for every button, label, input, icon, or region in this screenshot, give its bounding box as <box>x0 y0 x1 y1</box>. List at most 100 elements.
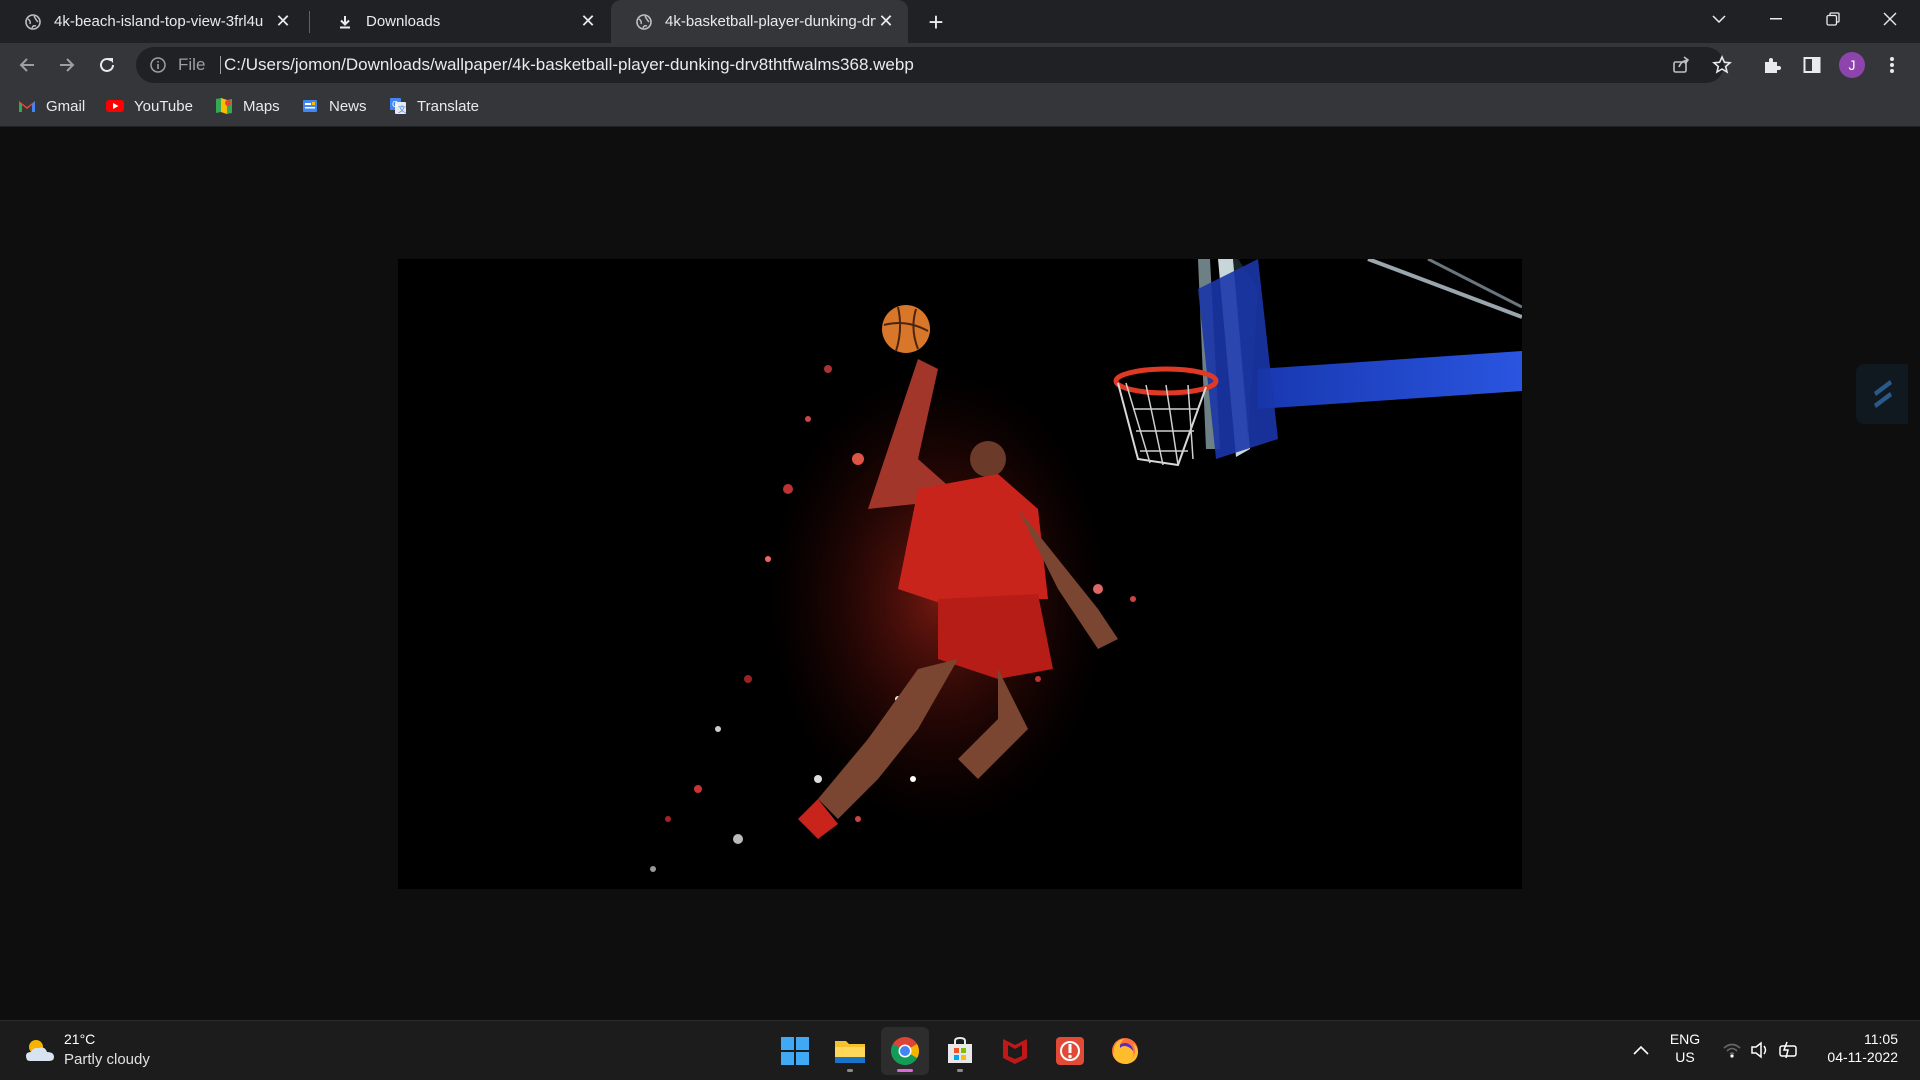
chevron-down-icon <box>1712 15 1726 23</box>
app-icon <box>1056 1037 1084 1065</box>
avatar: J <box>1839 52 1865 78</box>
microsoft-store-button[interactable] <box>936 1027 984 1075</box>
profile-button[interactable]: J <box>1836 49 1868 81</box>
arrow-left-icon <box>19 58 34 72</box>
extensions-button[interactable] <box>1756 49 1788 81</box>
globe-icon <box>24 13 42 31</box>
bookmarks-bar: Gmail YouTube Maps News G文 Translate <box>0 87 1920 127</box>
start-button[interactable] <box>771 1027 819 1075</box>
share-icon[interactable] <box>1672 56 1690 74</box>
close-window-button[interactable] <box>1862 0 1918 38</box>
volume-icon <box>1751 1041 1767 1059</box>
kebab-menu-icon <box>1890 57 1894 73</box>
address-bar[interactable]: File C:/Users/jomon/Downloads/wallpaper/… <box>136 47 1732 83</box>
basketball-hoop <box>1113 259 1522 467</box>
url-divider <box>220 56 221 74</box>
chrome-button[interactable] <box>881 1027 929 1075</box>
mcafee-button[interactable] <box>991 1027 1039 1075</box>
wifi-icon <box>1723 1043 1741 1058</box>
info-icon[interactable] <box>150 57 166 73</box>
news-icon <box>303 100 317 112</box>
tab-separator <box>309 11 310 33</box>
new-tab-button[interactable]: + <box>920 6 952 38</box>
weather-temp: 21°C <box>64 1031 96 1047</box>
clock[interactable]: 11:05 04-11-2022 <box>1818 1031 1898 1065</box>
weather-widget[interactable]: 21°C Partly cloudy <box>20 1029 180 1073</box>
wallpaper-image[interactable] <box>398 259 1522 889</box>
tab-title: Downloads <box>366 13 441 30</box>
bookmark-label: Gmail <box>46 97 86 115</box>
clock-date: 04-11-2022 <box>1827 1049 1898 1065</box>
minimize-icon <box>1770 18 1782 20</box>
active-indicator <box>897 1069 913 1072</box>
restore-button[interactable] <box>1805 0 1861 38</box>
translate-icon: G文 <box>390 98 406 114</box>
chevron-up-icon <box>1633 1045 1649 1055</box>
arrow-right-icon <box>60 58 75 72</box>
gmail-icon <box>19 101 35 112</box>
file-explorer-icon <box>835 1041 865 1063</box>
close-tab-icon[interactable]: ✕ <box>578 11 598 32</box>
star-icon[interactable] <box>1712 55 1732 75</box>
tab-title: 4k-beach-island-top-view-3frl4u <box>54 13 264 30</box>
forward-button[interactable] <box>51 49 83 81</box>
browser-toolbar: File C:/Users/jomon/Downloads/wallpaper/… <box>0 43 1920 87</box>
firefox-icon <box>1112 1038 1138 1064</box>
extension-logo-icon <box>1874 380 1892 408</box>
close-tab-icon[interactable]: ✕ <box>876 11 896 32</box>
running-indicator <box>847 1069 853 1072</box>
bookmark-label: News <box>329 97 367 115</box>
tab-beach-island[interactable]: 4k-beach-island-top-view-3frl4u ✕ <box>0 0 305 43</box>
bookmark-translate[interactable]: G文 Translate <box>389 87 479 125</box>
microsoft-store-icon <box>948 1036 972 1063</box>
language-indicator[interactable]: ENG US <box>1660 1031 1710 1065</box>
tab-strip: 4k-beach-island-top-view-3frl4u ✕ Downlo… <box>0 0 1920 43</box>
clock-time: 11:05 <box>1864 1031 1898 1047</box>
bookmark-news[interactable]: News <box>301 87 367 125</box>
region-code: US <box>1675 1049 1695 1065</box>
download-icon <box>336 13 354 31</box>
svg-text:文: 文 <box>398 104 406 114</box>
windows-start-icon <box>781 1037 809 1065</box>
app-button[interactable] <box>1046 1027 1094 1075</box>
bookmark-label: YouTube <box>134 97 193 115</box>
chrome-icon <box>891 1037 919 1065</box>
bookmark-label: Maps <box>243 97 280 115</box>
windows-taskbar: 21°C Partly cloudy ENG US 11:05 04-11-20… <box>0 1020 1920 1080</box>
running-indicator <box>957 1069 963 1072</box>
tab-downloads[interactable]: Downloads ✕ <box>312 0 610 43</box>
reload-icon <box>100 57 114 72</box>
battery-charging-icon <box>1779 1041 1797 1059</box>
bookmark-youtube[interactable]: YouTube <box>106 87 193 125</box>
tab-search-button[interactable] <box>1691 0 1747 38</box>
tab-basketball-active[interactable]: 4k-basketball-player-dunking-drv ✕ <box>611 0 908 43</box>
back-button[interactable] <box>11 49 43 81</box>
globe-icon <box>635 13 653 31</box>
menu-button[interactable] <box>1876 49 1908 81</box>
firefox-button[interactable] <box>1101 1027 1149 1075</box>
close-tab-icon[interactable]: ✕ <box>273 11 293 32</box>
language-code: ENG <box>1669 1031 1701 1047</box>
tab-title: 4k-basketball-player-dunking-drv <box>665 13 876 30</box>
basketball-dunk-illustration <box>650 259 1522 872</box>
side-panel-icon <box>1803 57 1821 73</box>
side-panel-button[interactable] <box>1796 49 1828 81</box>
bookmark-gmail[interactable]: Gmail <box>18 87 85 125</box>
weather-condition: Partly cloudy <box>64 1051 150 1068</box>
restore-icon <box>1826 12 1840 26</box>
show-hidden-icons-button[interactable] <box>1626 1035 1656 1065</box>
url-text[interactable]: C:/Users/jomon/Downloads/wallpaper/4k-ba… <box>224 47 914 83</box>
image-viewer <box>0 128 1920 1020</box>
system-tray[interactable] <box>1718 1031 1818 1071</box>
partly-cloudy-icon <box>26 1040 54 1061</box>
close-icon <box>1883 12 1897 26</box>
file-explorer-button[interactable] <box>826 1027 874 1075</box>
mcafee-icon <box>1003 1039 1027 1064</box>
reload-button[interactable] <box>91 49 123 81</box>
maps-icon <box>216 98 232 114</box>
url-scheme: File <box>178 55 206 74</box>
bookmark-maps[interactable]: Maps <box>215 87 280 125</box>
minimize-button[interactable] <box>1748 0 1804 38</box>
puzzle-icon <box>1765 58 1781 73</box>
side-extension-tab[interactable] <box>1856 364 1908 424</box>
